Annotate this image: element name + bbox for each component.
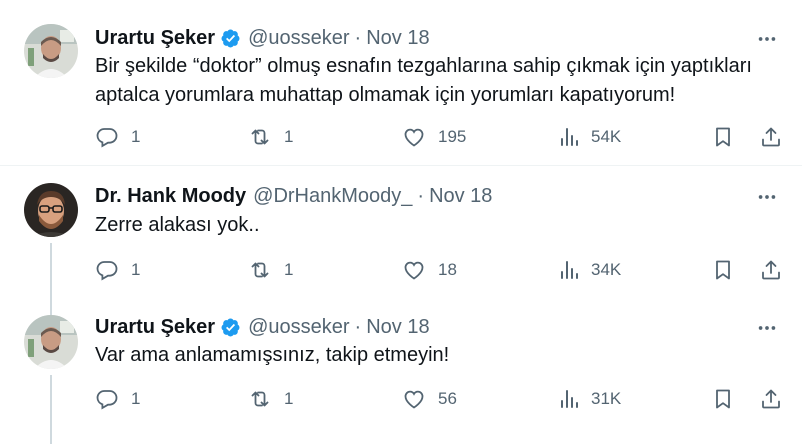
reply-icon	[96, 390, 118, 410]
tweet-date[interactable]: Nov 18	[366, 26, 429, 50]
more-icon[interactable]	[756, 28, 778, 50]
repost-count: 1	[284, 260, 294, 279]
reply-count: 1	[131, 389, 141, 408]
more-icon[interactable]	[756, 186, 778, 208]
tweet-date[interactable]: Nov 18	[429, 184, 492, 208]
share-icon	[762, 260, 780, 280]
share-button[interactable]	[759, 255, 783, 285]
repost-icon	[251, 262, 269, 278]
reply-icon	[96, 128, 118, 148]
bookmark-button[interactable]	[711, 122, 735, 152]
like-icon	[404, 261, 424, 280]
author-name[interactable]: Urartu Şeker	[95, 26, 215, 50]
tweet[interactable]: Urartu Şeker @uosseker · Nov 18 Var ama …	[0, 303, 802, 444]
like-button[interactable]: 18	[402, 255, 457, 285]
verified-badge-icon	[220, 317, 241, 338]
repost-button[interactable]: 1	[248, 255, 293, 285]
like-button[interactable]: 56	[402, 384, 457, 414]
like-icon	[404, 390, 424, 409]
tweet-text: Var ama anlamamışsınız, takip etmeyin!	[95, 344, 450, 366]
reply-count: 1	[131, 127, 141, 146]
bookmark-icon	[716, 127, 730, 147]
tweet-text: Zerre alakası yok..	[95, 214, 260, 236]
share-icon	[762, 389, 780, 409]
tweet[interactable]: Dr. Hank Moody @DrHankMoody_ · Nov 18 Ze…	[0, 166, 802, 317]
separator: ·	[354, 316, 362, 338]
share-button[interactable]	[759, 122, 783, 152]
author-handle[interactable]: @uosseker	[248, 315, 349, 339]
like-button[interactable]: 195	[402, 122, 466, 152]
author-name[interactable]: Urartu Şeker	[95, 315, 215, 339]
thread-connector	[50, 375, 52, 444]
reply-icon	[96, 261, 118, 281]
views-icon	[561, 128, 578, 146]
repost-button[interactable]: 1	[248, 122, 293, 152]
avatar[interactable]	[24, 315, 78, 369]
separator: ·	[417, 185, 425, 207]
author-handle[interactable]: @uosseker	[248, 26, 349, 50]
avatar[interactable]	[24, 183, 78, 237]
reply-count: 1	[131, 260, 141, 279]
verified-badge-icon	[220, 28, 241, 49]
like-count: 56	[438, 389, 457, 408]
bookmark-icon	[716, 260, 730, 280]
tweet-date[interactable]: Nov 18	[366, 315, 429, 339]
views-count: 34K	[591, 260, 622, 279]
repost-count: 1	[284, 127, 294, 146]
like-icon	[404, 128, 424, 147]
views-icon	[561, 390, 578, 408]
views-button[interactable]: 34K	[557, 255, 621, 285]
views-icon	[561, 261, 578, 279]
action-bar: 1 1 195 54K	[95, 122, 785, 152]
bookmark-button[interactable]	[711, 255, 735, 285]
tweet-text: Bir şekilde “doktor” olmuş esnafın tezga…	[95, 55, 752, 106]
bookmark-icon	[716, 389, 730, 409]
views-button[interactable]: 54K	[557, 122, 621, 152]
share-button[interactable]	[759, 384, 783, 414]
repost-icon	[251, 129, 269, 145]
author-handle[interactable]: @DrHankMoody_	[253, 184, 412, 208]
views-count: 54K	[591, 127, 622, 146]
reply-button[interactable]: 1	[95, 122, 140, 152]
reply-button[interactable]: 1	[95, 255, 140, 285]
tweet[interactable]: Urartu Şeker @uosseker · Nov 18 Bir şeki…	[0, 0, 802, 166]
repost-button[interactable]: 1	[248, 384, 293, 414]
repost-count: 1	[284, 389, 294, 408]
like-count: 18	[438, 260, 457, 279]
action-bar: 1 1 56 31K	[95, 384, 785, 414]
share-icon	[762, 127, 780, 147]
author-name[interactable]: Dr. Hank Moody	[95, 184, 246, 208]
views-button[interactable]: 31K	[557, 384, 621, 414]
avatar[interactable]	[24, 24, 78, 78]
bookmark-button[interactable]	[711, 384, 735, 414]
repost-icon	[251, 391, 269, 407]
separator: ·	[354, 27, 362, 49]
more-icon[interactable]	[756, 317, 778, 339]
action-bar: 1 1 18 34K	[95, 255, 785, 285]
like-count: 195	[438, 127, 467, 146]
reply-button[interactable]: 1	[95, 384, 140, 414]
views-count: 31K	[591, 389, 622, 408]
